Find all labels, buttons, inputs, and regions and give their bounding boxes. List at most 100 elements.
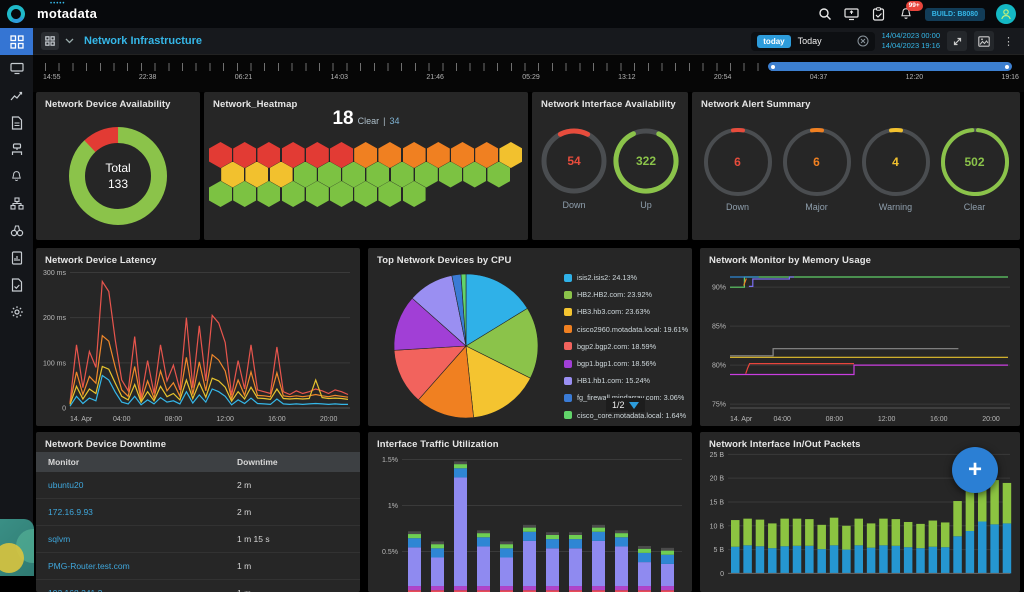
widget-network-alert-summary: Network Alert Summary 6Down6Major4Warnin… (692, 92, 1020, 240)
svg-text:90%: 90% (712, 285, 726, 292)
sidebar-item-monitors[interactable] (0, 55, 33, 82)
chevron-down-icon[interactable] (65, 38, 74, 44)
add-widget-fab[interactable]: + (952, 447, 998, 493)
logo-dots: ••••• (50, 1, 66, 7)
sidebar-item-settings[interactable] (0, 298, 33, 325)
monitor-link[interactable]: ubuntu20 (36, 472, 225, 499)
column-header: Downtime (225, 452, 360, 472)
expand-icon[interactable] (947, 31, 967, 51)
time-chip[interactable]: today (757, 35, 790, 48)
notification-badge: 99+ (906, 1, 923, 11)
screen-share-icon[interactable] (844, 6, 860, 22)
sidebar-item-logs[interactable] (0, 109, 33, 136)
sidebar-item-discovery[interactable] (0, 217, 33, 244)
export-image-icon[interactable] (974, 31, 994, 51)
svg-text:1%: 1% (388, 503, 398, 510)
sidebar-item-metrics[interactable] (0, 82, 33, 109)
interface-availability-gauges: 54 Down322Up (532, 126, 688, 210)
table-row: ubuntu202 m (36, 472, 360, 499)
timeline-tick-label: 04:37 (810, 74, 828, 81)
ring-gauge: 322Up (611, 126, 681, 210)
notifications-bell-icon[interactable]: 99+ (898, 6, 914, 22)
gauge-label: Down (539, 200, 609, 210)
svg-text:5 B: 5 B (713, 547, 724, 554)
legend-item[interactable]: HB2.HB2.com: 23.92% (564, 286, 688, 303)
legend-item[interactable]: bgp2.bgp2.com: 18.59% (564, 338, 688, 355)
legend-item[interactable]: isis2.isis2: 24.13% (564, 269, 688, 286)
timeline-tick-label: 13:12 (618, 74, 636, 81)
monitor-link[interactable]: 192.168.241.2 (36, 580, 225, 592)
timeline-selection-slider[interactable] (768, 62, 1012, 71)
sidebar-item-network-devices[interactable] (0, 136, 33, 163)
svg-text:04:00: 04:00 (773, 416, 791, 423)
ring-gauge: 54 Down (539, 126, 609, 210)
legend-label: cisco2960.motadata.local: 19.61% (577, 325, 688, 334)
legend-label: bgp2.bgp2.com: 18.59% (577, 342, 656, 351)
svg-text:75%: 75% (712, 402, 726, 409)
legend-label: bgp1.bgp1.com: 18.56% (577, 359, 656, 368)
motadata-logo-icon (6, 4, 26, 24)
ring-gauge: 6Down (702, 126, 774, 212)
legend-item[interactable]: HB1.hb1.com: 15.24% (564, 372, 688, 389)
chat-widget[interactable] (0, 519, 34, 576)
time-range-picker[interactable]: today Today (751, 32, 874, 51)
left-sidebar (0, 28, 33, 576)
more-options-icon[interactable]: ⋮ (1001, 35, 1016, 48)
downtime-value: 1 m 15 s (225, 526, 360, 553)
svg-text:0.5%: 0.5% (382, 549, 398, 556)
monitor-link[interactable]: sqlvm (36, 526, 225, 553)
svg-text:80%: 80% (712, 363, 726, 370)
legend-pagination[interactable]: 1/2 (606, 398, 645, 412)
clipboard-check-icon[interactable] (871, 6, 887, 22)
ring-gauge: 4Warning (860, 126, 932, 212)
sidebar-item-topology[interactable] (0, 190, 33, 217)
dashboard-grid-icon[interactable] (41, 32, 59, 50)
clear-time-icon[interactable] (857, 35, 869, 47)
legend-item[interactable]: HB3.hb3.com: 23.63% (564, 303, 688, 320)
gauge-value: 502 (939, 126, 1011, 198)
search-icon[interactable] (817, 6, 833, 22)
gauge-value: 322 (611, 126, 681, 196)
svg-text:14. Apr: 14. Apr (70, 416, 93, 423)
downtime-value: 2 m (225, 499, 360, 526)
legend-item[interactable]: cisco2960.motadata.local: 19.61% (564, 321, 688, 338)
timeline-tick-label: 12:20 (906, 74, 924, 81)
latency-line-chart: 0100 ms200 ms300 ms14. Apr04:0008:0012:0… (40, 262, 356, 424)
gauge-value: 54 (539, 126, 609, 196)
sidebar-item-tasks[interactable] (0, 271, 33, 298)
legend-swatch (564, 325, 572, 333)
timeline-tick-label: 22:38 (139, 74, 157, 81)
date-to: 14/04/2023 19:16 (882, 41, 940, 51)
downtime-value: 1 m (225, 580, 360, 592)
svg-text:16:00: 16:00 (268, 416, 286, 423)
dashboard-root: { "app": {"logo_text": "motadata", "noti… (0, 0, 1024, 576)
svg-text:12:00: 12:00 (216, 416, 234, 423)
svg-text:300 ms: 300 ms (43, 270, 66, 277)
legend-item[interactable]: bgp1.bgp1.com: 18.56% (564, 355, 688, 372)
widget-monitor-by-memory-usage: Network Monitor by Memory Usage 75%80%85… (700, 248, 1020, 426)
widget-top-devices-by-cpu: Top Network Devices by CPU isis2.isis2: … (368, 248, 692, 426)
legend-swatch (564, 291, 572, 299)
sidebar-item-alerts[interactable] (0, 163, 33, 190)
svg-text:25 B: 25 B (710, 452, 725, 459)
svg-text:08:00: 08:00 (826, 416, 844, 423)
monitor-link[interactable]: 172.16.9.93 (36, 499, 225, 526)
legend-swatch (564, 342, 572, 350)
widget-network-interface-availability: Network Interface Availability 54Down322… (532, 92, 688, 240)
logo-wordmark: motadata (37, 6, 97, 21)
timeline-tick-label: 14:55 (43, 74, 61, 81)
downtime-table: MonitorDowntime ubuntu202 m172.16.9.932 … (36, 452, 360, 592)
widget-title: Network Device Availability (45, 99, 191, 110)
widget-network-heatmap: Network_Heatmap 18Clear|34 (204, 92, 528, 240)
sidebar-item-reports[interactable] (0, 244, 33, 271)
user-avatar[interactable] (996, 4, 1016, 24)
ring-gauge: 502Clear (939, 126, 1011, 212)
build-badge: BUILD: B8080 (925, 8, 985, 21)
dashboard-toolbar: Network Infrastructure today Today 14/04… (33, 28, 1024, 55)
table-header-row: MonitorDowntime (36, 452, 360, 472)
sidebar-item-dashboards[interactable] (0, 28, 33, 55)
svg-text:08:00: 08:00 (165, 416, 183, 423)
page-title[interactable]: Network Infrastructure (84, 35, 202, 47)
monitor-link[interactable]: PMG-Router.test.com (36, 553, 225, 580)
svg-text:0: 0 (720, 571, 724, 578)
